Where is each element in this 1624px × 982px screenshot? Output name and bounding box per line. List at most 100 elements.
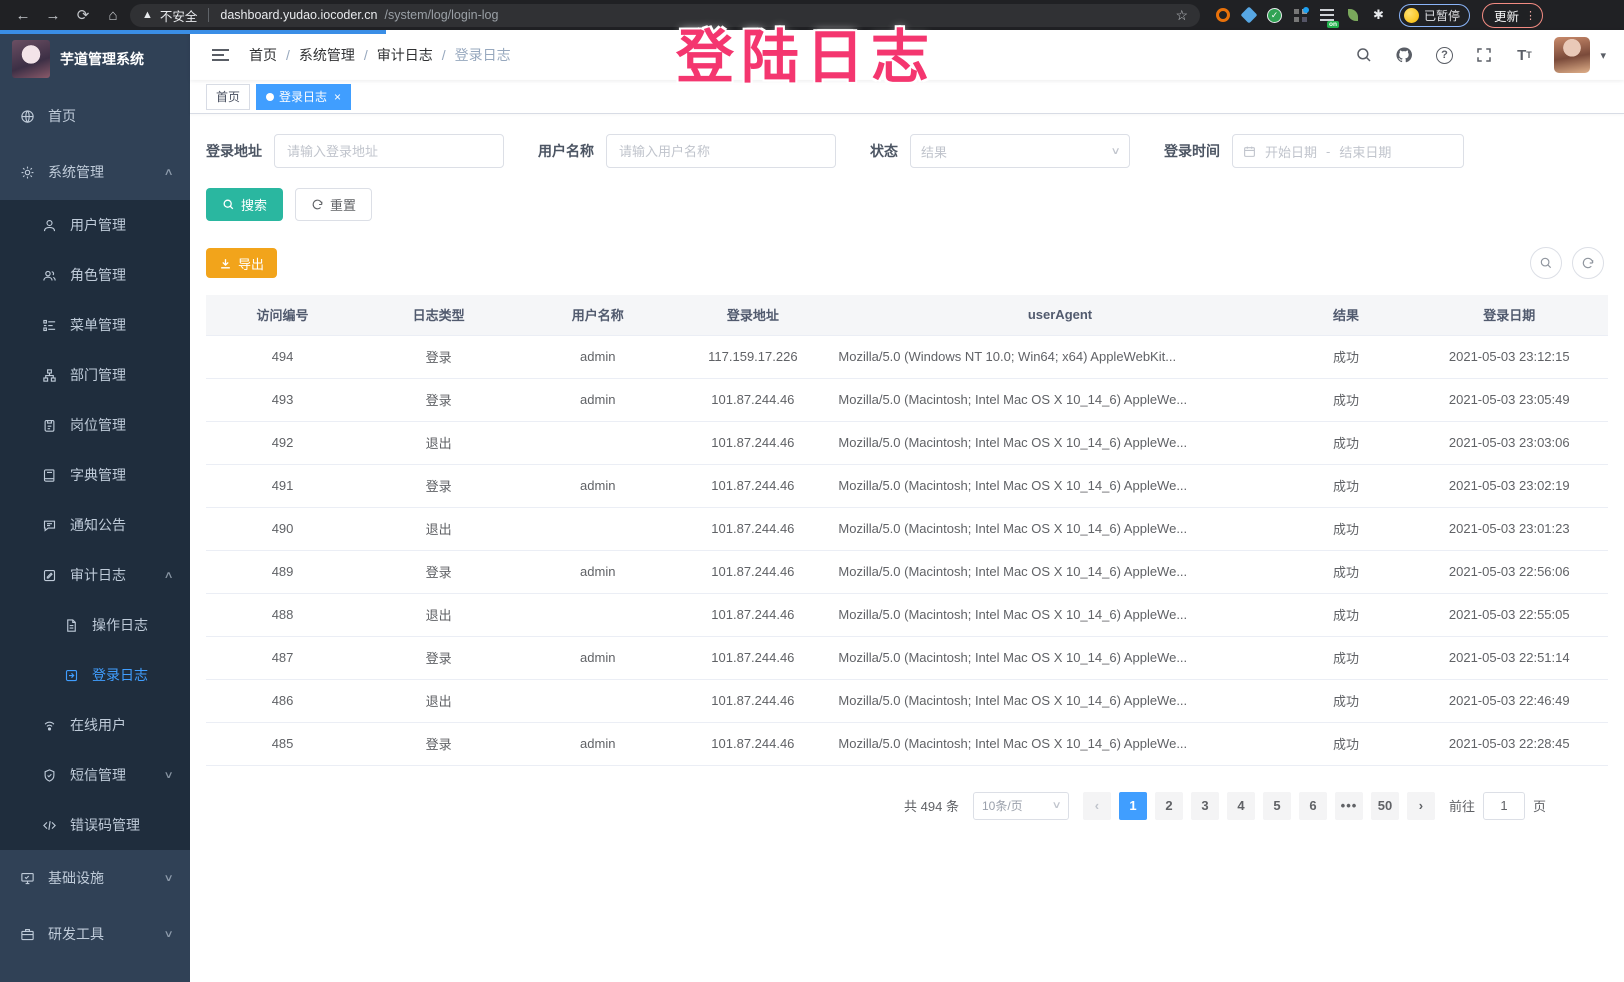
address-bar[interactable]: ▲ 不安全 dashboard.yudao.iocoder.cn/system/…	[130, 4, 1200, 27]
home-icon[interactable]: ⌂	[100, 3, 126, 27]
more-pages-ellipsis[interactable]: •••	[1335, 792, 1363, 820]
help-icon[interactable]: ?	[1434, 45, 1454, 65]
end-date-placeholder: 结束日期	[1339, 142, 1391, 161]
date-range-picker[interactable]: 开始日期 - 结束日期	[1232, 134, 1464, 168]
progress-bar	[0, 30, 386, 34]
table-cell: 488	[206, 593, 359, 636]
extension-grid-icon[interactable]	[1292, 7, 1309, 24]
reset-button[interactable]: 重置	[295, 188, 372, 221]
close-icon[interactable]: ×	[334, 90, 341, 104]
page-button-50[interactable]: 50	[1371, 792, 1399, 820]
sms-icon	[42, 768, 57, 783]
kebab-menu-icon[interactable]: ⋮	[1525, 9, 1536, 22]
fullscreen-icon[interactable]	[1474, 45, 1494, 65]
extension-green-icon[interactable]: ✓	[1266, 7, 1283, 24]
table-cell: 101.87.244.46	[677, 378, 828, 421]
sidebar-item-label: 首页	[48, 106, 76, 126]
extension-puzzle-icon[interactable]: ✱	[1370, 7, 1387, 24]
sidebar-item-sms[interactable]: 短信管理∨	[0, 750, 190, 800]
page-button-4[interactable]: 4	[1227, 792, 1255, 820]
page-button-6[interactable]: 6	[1299, 792, 1327, 820]
chevron-down-icon: ∨	[163, 873, 173, 884]
breadcrumb-item[interactable]: 审计日志	[377, 45, 433, 65]
search-icon[interactable]	[1354, 45, 1374, 65]
page-button-2[interactable]: 2	[1155, 792, 1183, 820]
sidebar-item-dict[interactable]: 字典管理	[0, 450, 190, 500]
breadcrumb-item[interactable]: 系统管理	[299, 45, 355, 65]
breadcrumb-item: 登录日志	[455, 45, 511, 65]
user-avatar[interactable]	[1554, 37, 1590, 73]
reload-icon[interactable]: ⟳	[70, 3, 96, 27]
page-button-3[interactable]: 3	[1191, 792, 1219, 820]
sidebar-item-user[interactable]: 用户管理	[0, 200, 190, 250]
sidebar-item-dashboard[interactable]: 首页	[0, 88, 190, 144]
table-cell: 101.87.244.46	[677, 722, 828, 765]
profile-paused-pill[interactable]: 已暂停	[1399, 4, 1470, 27]
page-button-5[interactable]: 5	[1263, 792, 1291, 820]
extension-list-on-icon[interactable]: on	[1318, 7, 1335, 24]
sidebar-item-code[interactable]: 错误码管理	[0, 800, 190, 850]
table-cell: 492	[206, 421, 359, 464]
online-icon	[42, 718, 57, 733]
username-input[interactable]	[606, 134, 836, 168]
page-size-select[interactable]: 10条/页 ∨	[973, 792, 1069, 820]
tab-首页[interactable]: 首页	[206, 84, 250, 110]
table-row: 489登录admin101.87.244.46Mozilla/5.0 (Maci…	[206, 550, 1608, 593]
font-size-icon[interactable]: TT	[1514, 45, 1534, 65]
table-cell: 2021-05-03 23:02:19	[1411, 464, 1608, 507]
url-host: dashboard.yudao.iocoder.cn	[220, 8, 377, 22]
hamburger-icon[interactable]	[208, 45, 233, 65]
table-cell: 101.87.244.46	[677, 636, 828, 679]
sidebar-item-label: 短信管理	[70, 765, 126, 785]
chevron-down-icon: ∨	[163, 929, 173, 940]
breadcrumb-item[interactable]: 首页	[249, 45, 277, 65]
goto-page-input[interactable]	[1483, 792, 1525, 820]
app-title: 芋道管理系统	[60, 49, 144, 69]
breadcrumb-separator: /	[286, 47, 290, 63]
bookmark-star-icon[interactable]: ☆	[1175, 7, 1188, 24]
breadcrumb-separator: /	[442, 47, 446, 63]
tab-登录日志[interactable]: 登录日志×	[256, 84, 351, 110]
table-cell: 490	[206, 507, 359, 550]
table-cell: 101.87.244.46	[677, 679, 828, 722]
page-button-1[interactable]: 1	[1119, 792, 1147, 820]
devtool-icon	[20, 927, 35, 942]
sidebar-item-online[interactable]: 在线用户	[0, 700, 190, 750]
search-button[interactable]: 搜索	[206, 188, 283, 221]
table-cell: 成功	[1282, 679, 1411, 722]
next-page-button[interactable]: ›	[1407, 792, 1435, 820]
table-cell: 2021-05-03 22:55:05	[1411, 593, 1608, 636]
prev-page-button[interactable]: ‹	[1083, 792, 1111, 820]
sidebar-item-badge[interactable]: 岗位管理	[0, 400, 190, 450]
toggle-search-button[interactable]	[1530, 247, 1562, 279]
status-select[interactable]: 结果 ∨	[910, 134, 1130, 168]
table-cell: 489	[206, 550, 359, 593]
extension-gem-icon[interactable]	[1240, 7, 1257, 24]
sidebar-item-login-log[interactable]: 登录日志	[0, 650, 190, 700]
forward-icon[interactable]: →	[40, 3, 66, 27]
github-icon[interactable]	[1394, 45, 1414, 65]
address-input[interactable]	[274, 134, 504, 168]
browser-update-button[interactable]: 更新 ⋮	[1482, 3, 1543, 28]
sidebar-item-audit[interactable]: 审计日志∧	[0, 550, 190, 600]
extension-orange-icon[interactable]	[1214, 7, 1231, 24]
time-label: 登录时间	[1164, 141, 1220, 161]
sidebar-item-infra[interactable]: 基础设施∨	[0, 850, 190, 906]
sidebar-item-org-tree[interactable]: 部门管理	[0, 350, 190, 400]
sidebar-item-users[interactable]: 角色管理	[0, 250, 190, 300]
column-header: 用户名称	[518, 295, 677, 335]
sidebar-item-menu-tree[interactable]: 菜单管理	[0, 300, 190, 350]
logo-row[interactable]: 芋道管理系统	[0, 30, 190, 88]
table-cell: Mozilla/5.0 (Macintosh; Intel Mac OS X 1…	[828, 722, 1281, 765]
sidebar-item-announce[interactable]: 通知公告	[0, 500, 190, 550]
security-label[interactable]: 不安全	[160, 6, 198, 25]
sidebar-item-devtool[interactable]: 研发工具∨	[0, 906, 190, 962]
sidebar-item-doc[interactable]: 操作日志	[0, 600, 190, 650]
chevron-down-icon[interactable]: ▾	[1600, 49, 1606, 62]
refresh-table-button[interactable]	[1572, 247, 1604, 279]
back-icon[interactable]: ←	[10, 3, 36, 27]
sidebar-item-gear[interactable]: 系统管理∧	[0, 144, 190, 200]
export-button[interactable]: 导出	[206, 248, 277, 278]
extension-leaf-icon[interactable]	[1344, 7, 1361, 24]
user-icon	[42, 218, 57, 233]
